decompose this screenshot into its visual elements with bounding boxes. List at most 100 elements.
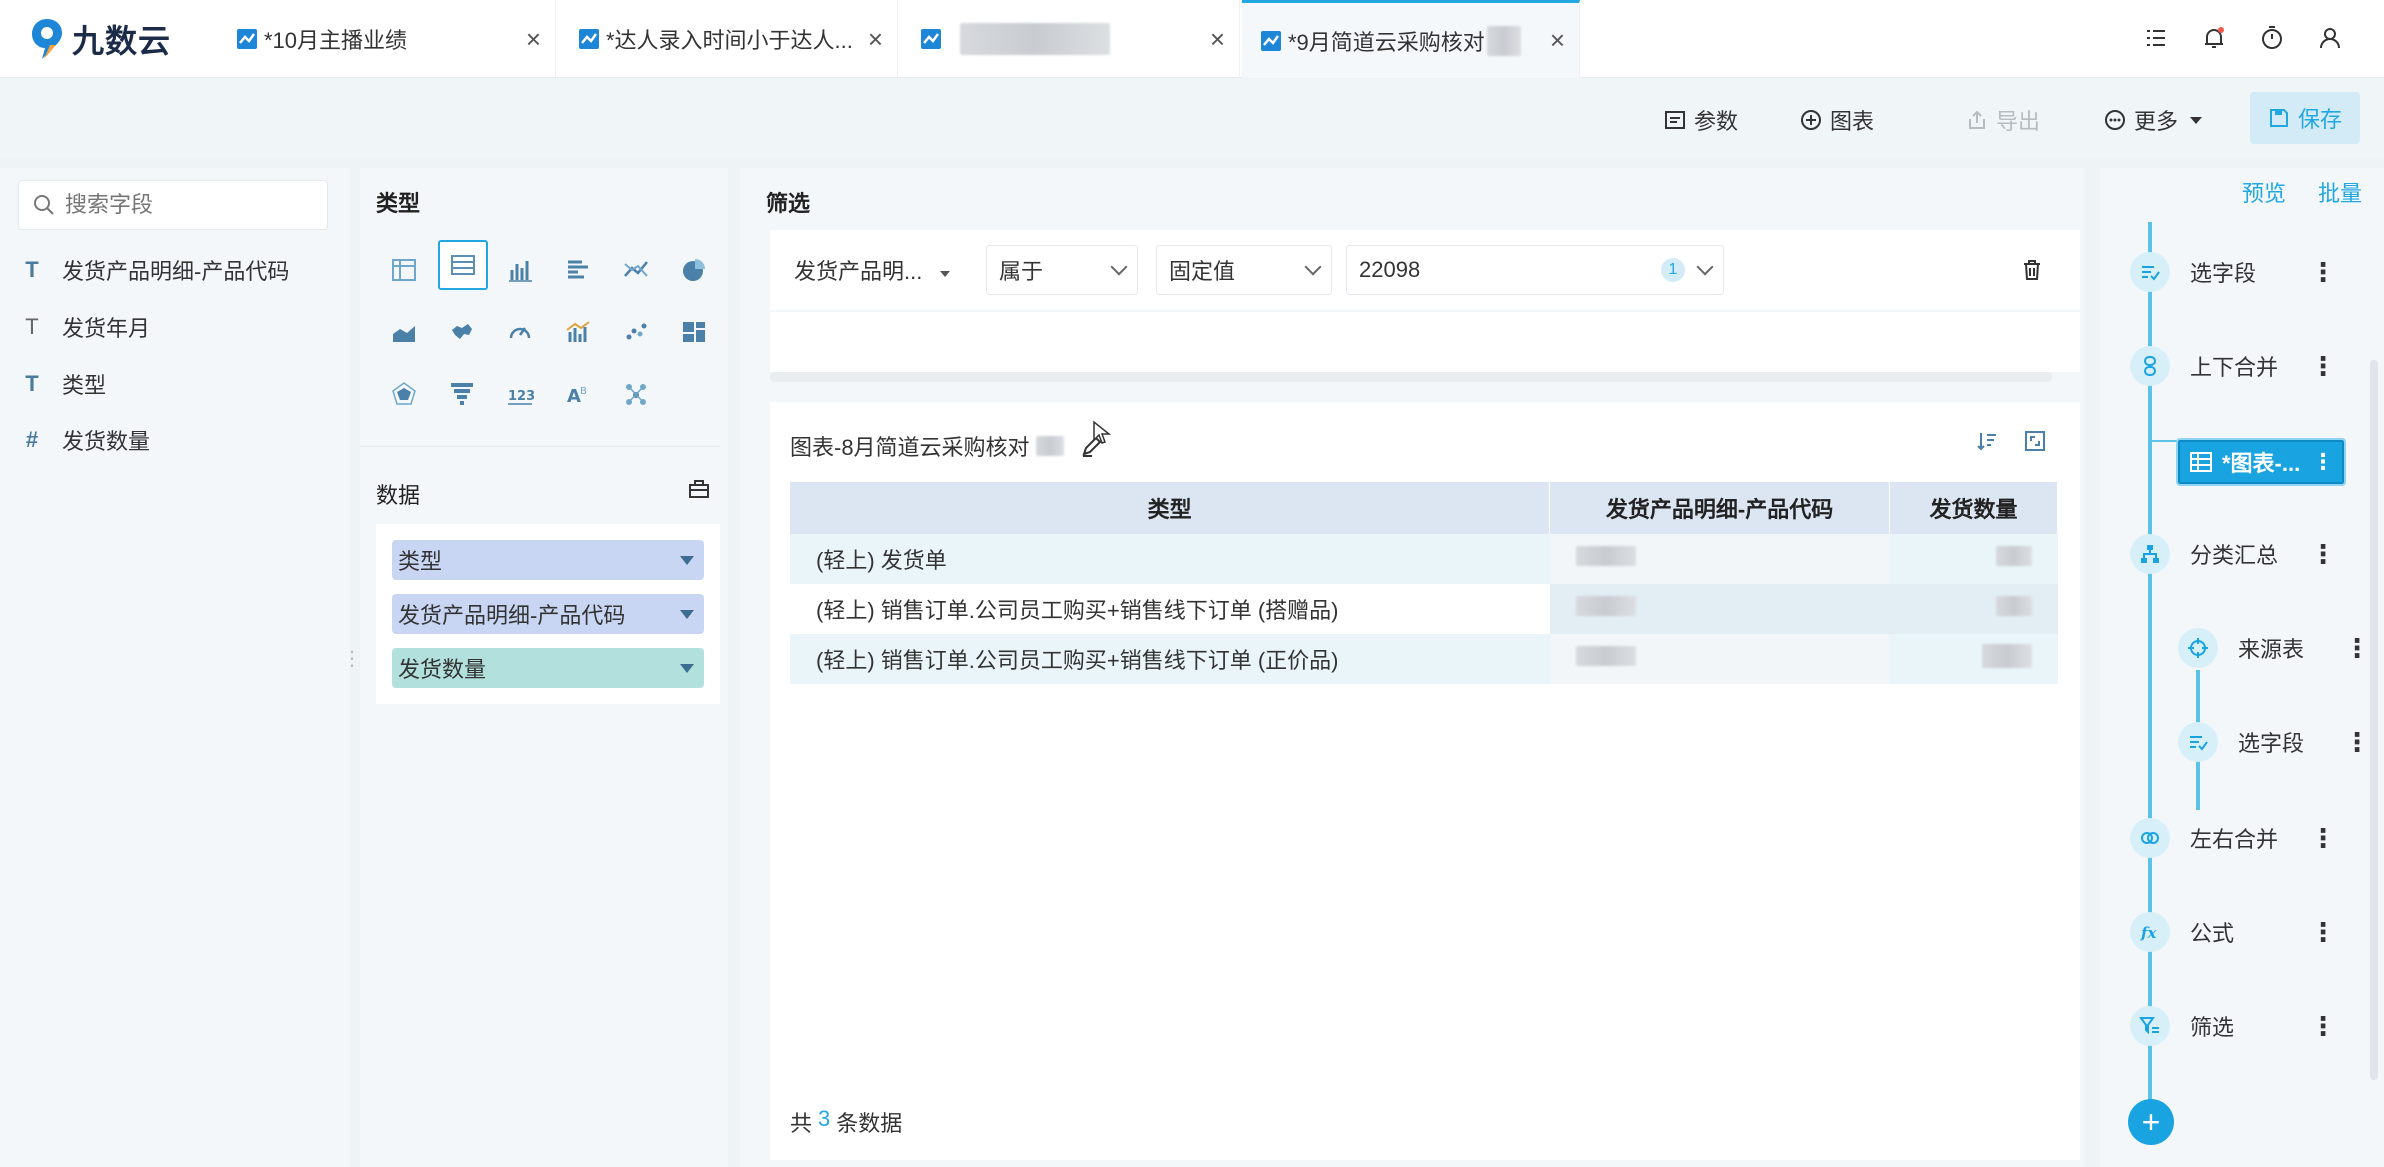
dropdown-arrow-icon[interactable] — [680, 555, 694, 565]
brand-logo[interactable]: 九数云 — [30, 14, 171, 64]
params-icon — [1665, 111, 1685, 129]
batch-link[interactable]: 批量 — [2318, 176, 2362, 208]
word-cloud-icon[interactable]: AB — [554, 370, 602, 418]
close-icon[interactable]: × — [868, 24, 883, 55]
flow-node-group-summary[interactable]: 分类汇总 ⋮ — [2130, 526, 2336, 582]
filter-area — [770, 312, 2080, 372]
filter-value-select[interactable]: 22098 1 — [1346, 245, 1724, 295]
more-button[interactable]: 更多 — [2104, 100, 2203, 140]
flow-node-chart-selected[interactable]: *图表-... ⋮ — [2176, 438, 2346, 486]
filter-operator-select[interactable]: 属于 — [986, 245, 1138, 295]
filter-icon — [2130, 1006, 2170, 1046]
search-input[interactable] — [65, 192, 305, 218]
more-vertical-icon[interactable]: ⋮ — [2310, 917, 2336, 948]
crosstab-icon[interactable] — [380, 246, 428, 294]
sort-icon[interactable] — [1976, 430, 1998, 452]
close-icon[interactable]: × — [526, 24, 541, 55]
more-vertical-icon[interactable]: ⋮ — [2310, 257, 2336, 288]
tab-4-active[interactable]: *9月简道云采购核对 × — [1242, 0, 1580, 78]
bar-chart-icon[interactable] — [496, 246, 544, 294]
horizontal-bar-icon[interactable] — [554, 246, 602, 294]
bell-icon[interactable] — [2200, 24, 2228, 52]
flow-node-source-table[interactable]: 来源表 ⋮ — [2178, 620, 2370, 676]
column-header-type[interactable]: 类型 — [790, 482, 1551, 534]
flow-node-filter[interactable]: 筛选 ⋮ — [2130, 998, 2336, 1054]
preview-link[interactable]: 预览 — [2242, 176, 2286, 208]
field-item-product-code[interactable]: T 发货产品明细-产品代码 — [16, 250, 289, 290]
field-item-ship-quantity[interactable]: # 发货数量 — [16, 420, 150, 460]
briefcase-icon[interactable] — [688, 478, 710, 500]
more-vertical-icon[interactable]: ⋮ — [2310, 823, 2336, 854]
more-vertical-icon[interactable]: ⋮ — [2310, 539, 2336, 570]
horizontal-scrollbar[interactable] — [770, 372, 2052, 382]
line-chart-icon[interactable] — [612, 246, 660, 294]
vertical-scrollbar[interactable] — [2370, 360, 2378, 1080]
vertical-merge-icon — [2130, 346, 2170, 386]
save-button[interactable]: 保存 — [2250, 92, 2360, 144]
scatter-icon[interactable] — [612, 308, 660, 356]
export-button[interactable]: 导出 — [1966, 100, 2040, 140]
user-icon[interactable] — [2316, 24, 2344, 52]
horizontal-merge-icon — [2130, 818, 2170, 858]
field-item-type[interactable]: T 类型 — [16, 364, 106, 404]
close-icon[interactable]: × — [1550, 25, 1565, 56]
column-header-ship-quantity[interactable]: 发货数量 — [1889, 482, 2058, 534]
flow-node-select-field-2[interactable]: 选字段 ⋮ — [2178, 714, 2370, 770]
detail-table-icon[interactable] — [438, 240, 488, 290]
filter-section-title: 筛选 — [766, 191, 811, 216]
close-icon[interactable]: × — [1210, 24, 1225, 55]
search-box[interactable] — [18, 180, 328, 230]
pie-chart-icon[interactable] — [670, 246, 718, 294]
combo-chart-icon[interactable] — [554, 308, 602, 356]
tab-3[interactable]: × — [902, 0, 1240, 78]
table-cell-redacted — [1889, 584, 2058, 634]
flow-node-select-field[interactable]: 选字段 ⋮ — [2130, 244, 2336, 300]
table-row[interactable]: (轻上) 销售订单.公司员工购买+销售线下订单 (搭赠品) — [790, 584, 2058, 634]
data-pill-product-code[interactable]: 发货产品明细-产品代码 — [392, 594, 704, 634]
flow-node-formula[interactable]: fx 公式 ⋮ — [2130, 904, 2336, 960]
list-icon[interactable] — [2142, 24, 2170, 52]
more-vertical-icon[interactable]: ⋮ — [2312, 449, 2334, 475]
column-header-product-code[interactable]: 发货产品明细-产品代码 — [1549, 482, 1891, 534]
field-item-ship-month[interactable]: T 发货年月 — [16, 307, 150, 347]
svg-text:B: B — [580, 386, 587, 397]
funnel-icon[interactable] — [438, 370, 486, 418]
text-field-icon: T — [25, 371, 39, 396]
flow-node-horizontal-merge[interactable]: 左右合并 ⋮ — [2130, 810, 2336, 866]
add-chart-button[interactable]: 图表 — [1800, 100, 1874, 140]
dropdown-arrow-icon[interactable] — [680, 609, 694, 619]
more-vertical-icon[interactable]: ⋮ — [2310, 351, 2336, 382]
timer-icon[interactable] — [2258, 24, 2286, 52]
select-field-icon — [2178, 722, 2218, 762]
trash-icon[interactable] — [2020, 258, 2044, 282]
tab-1[interactable]: *10月主播业绩 × — [218, 0, 556, 78]
add-step-button[interactable]: + — [2128, 1099, 2174, 1145]
gauge-icon[interactable] — [496, 308, 544, 356]
table-row[interactable]: (轻上) 发货单 — [790, 534, 2058, 584]
map-icon[interactable] — [438, 308, 486, 356]
relation-graph-icon[interactable] — [612, 370, 660, 418]
fullscreen-icon[interactable] — [2024, 430, 2046, 452]
dropdown-arrow-icon[interactable] — [680, 663, 694, 673]
filter-mode-select[interactable]: 固定值 — [1156, 245, 1332, 295]
radar-icon[interactable] — [380, 370, 428, 418]
mouse-cursor-icon — [1093, 420, 1112, 444]
filter-field-select[interactable]: 发货产品明... — [782, 245, 962, 295]
flow-node-vertical-merge[interactable]: 上下合并 ⋮ — [2130, 338, 2336, 394]
tab-2[interactable]: *达人录入时间小于达人... × — [560, 0, 898, 78]
text-field-icon: T — [25, 314, 39, 339]
tab-label: *9月简道云采购核对 — [1288, 29, 1485, 55]
data-pill-ship-quantity[interactable]: 发货数量 — [392, 648, 704, 688]
params-button[interactable]: 参数 — [1664, 100, 1738, 140]
more-vertical-icon[interactable]: ⋮ — [2310, 1011, 2336, 1042]
kpi-number-icon[interactable]: 123 — [496, 370, 544, 418]
tab-label: *达人录入时间小于达人... — [606, 28, 853, 53]
filter-count-badge: 1 — [1661, 258, 1685, 282]
table-row[interactable]: (轻上) 销售订单.公司员工购买+销售线下订单 (正价品) — [790, 634, 2058, 684]
area-chart-icon[interactable] — [380, 308, 428, 356]
more-vertical-icon[interactable]: ⋮ — [2344, 633, 2370, 664]
treemap-icon[interactable] — [670, 308, 718, 356]
resize-handle-icon[interactable]: ⋮ — [342, 649, 362, 669]
data-pill-type[interactable]: 类型 — [392, 540, 704, 580]
more-vertical-icon[interactable]: ⋮ — [2344, 727, 2370, 758]
